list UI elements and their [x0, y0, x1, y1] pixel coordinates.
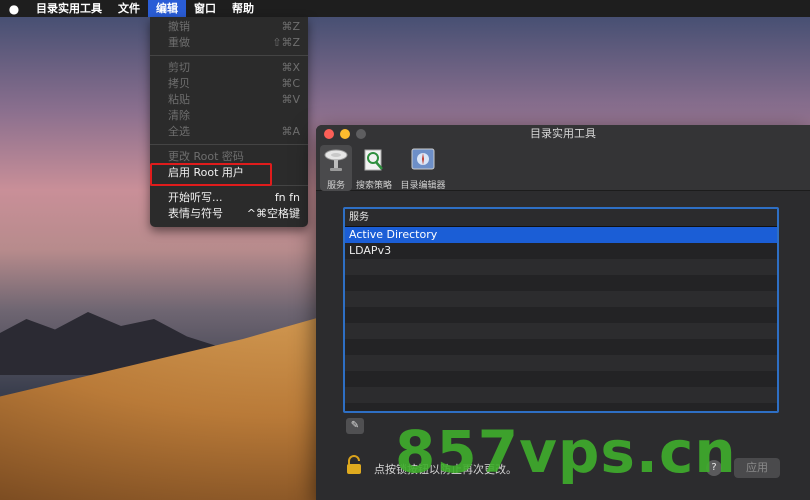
list-item — [345, 387, 777, 403]
menu-item-emoji-symbols[interactable]: 表情与符号 ^⌘空格键 — [150, 206, 308, 222]
services-icon — [324, 149, 348, 171]
menu-separator — [150, 55, 308, 56]
menu-edit[interactable]: 编辑 — [148, 0, 186, 17]
menu-item-shortcut: ⌘V — [281, 93, 300, 106]
menu-app[interactable]: 目录实用工具 — [28, 0, 110, 17]
tab-label: 搜索策略 — [355, 181, 392, 191]
title-bar[interactable]: 目录实用工具 — [316, 125, 810, 143]
menu-item-label: 撤销 — [168, 20, 190, 33]
menu-bar: ● 目录实用工具 文件 编辑 窗口 帮助 — [0, 0, 810, 17]
menu-item-copy[interactable]: 拷贝 ⌘C — [150, 76, 308, 92]
list-item — [345, 323, 777, 339]
menu-separator — [150, 144, 308, 145]
menu-help[interactable]: 帮助 — [224, 0, 262, 17]
menu-item-cut[interactable]: 剪切 ⌘X — [150, 60, 308, 76]
tab-label: 目录编辑器 — [400, 181, 446, 191]
zoom-button[interactable] — [356, 129, 366, 139]
column-header-services: 服务 — [345, 209, 777, 227]
search-policy-icon — [364, 149, 383, 171]
menu-item-label: 剪切 — [168, 61, 190, 74]
watermark: 857vps.cn — [395, 418, 737, 486]
list-item — [345, 275, 777, 291]
minimize-button[interactable] — [340, 129, 350, 139]
edit-service-button[interactable]: ✎ — [346, 418, 364, 434]
close-button[interactable] — [324, 129, 334, 139]
menu-item-start-dictation[interactable]: 开始听写... fn fn — [150, 190, 308, 206]
window-title: 目录实用工具 — [530, 127, 596, 140]
menu-item-shortcut: fn fn — [274, 191, 300, 204]
tab-label: 服务 — [326, 181, 345, 191]
menu-item-shortcut: ⌘A — [281, 125, 300, 138]
menu-item-label: 拷贝 — [168, 77, 190, 90]
menu-item-undo[interactable]: 撤销 ⌘Z — [150, 19, 308, 35]
edit-menu-dropdown: 撤销 ⌘Z 重做 ⇧⌘Z 剪切 ⌘X 拷贝 ⌘C 粘贴 ⌘V 清除 全选 ⌘A … — [150, 17, 308, 227]
lock-icon[interactable] — [346, 455, 362, 475]
menu-item-label: 清除 — [168, 109, 190, 122]
list-item — [345, 355, 777, 371]
services-list-panel: 服务 Active Directory LDAPv3 — [343, 207, 779, 413]
menu-item-shortcut: ⇧⌘Z — [272, 36, 300, 49]
list-item-ldapv3[interactable]: LDAPv3 — [345, 243, 777, 259]
list-item — [345, 371, 777, 387]
menu-item-label: 全选 — [168, 125, 190, 138]
list-item — [345, 339, 777, 355]
menu-item-label: 开始听写... — [168, 191, 223, 204]
menu-item-label: 重做 — [168, 36, 190, 49]
menu-item-select-all[interactable]: 全选 ⌘A — [150, 124, 308, 140]
apply-button[interactable]: 应用 — [734, 458, 780, 478]
tab-services[interactable]: 服务 — [320, 145, 352, 191]
list-item-active-directory[interactable]: Active Directory — [345, 227, 777, 243]
tab-directory-editor[interactable]: 目录编辑器 — [398, 145, 448, 191]
menu-window[interactable]: 窗口 — [186, 0, 224, 17]
highlight-box — [150, 163, 272, 186]
menu-item-shortcut: ⌘C — [281, 77, 300, 90]
directory-editor-icon — [411, 148, 435, 170]
list-item — [345, 291, 777, 307]
list-item — [345, 259, 777, 275]
toolbar: 服务 搜索策略 目录编辑器 — [316, 143, 810, 191]
menu-item-shortcut: ⌘Z — [281, 20, 300, 33]
menu-file[interactable]: 文件 — [110, 0, 148, 17]
menu-item-label: 粘贴 — [168, 93, 190, 106]
menu-item-shortcut: ⌘X — [281, 61, 300, 74]
menu-item-shortcut: ^⌘空格键 — [246, 207, 300, 220]
menu-item-label: 表情与符号 — [168, 207, 223, 220]
menu-item-paste[interactable]: 粘贴 ⌘V — [150, 92, 308, 108]
menu-item-redo[interactable]: 重做 ⇧⌘Z — [150, 35, 308, 51]
list-item — [345, 307, 777, 323]
apple-icon[interactable]: ● — [0, 2, 28, 16]
tab-search-policy[interactable]: 搜索策略 — [354, 145, 394, 191]
menu-item-clear[interactable]: 清除 — [150, 108, 308, 124]
